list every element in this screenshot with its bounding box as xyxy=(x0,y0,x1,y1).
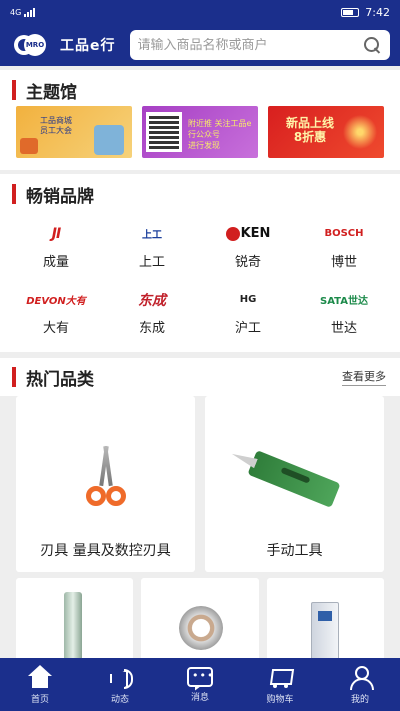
brand-logo: 上工 xyxy=(142,230,162,241)
section-accent-bar xyxy=(12,184,16,204)
clock: 7:42 xyxy=(365,5,390,19)
logo-text: 工品e行 xyxy=(60,38,116,54)
bottom-nav: 首页 动态 消息 购物车 我的 xyxy=(0,658,400,711)
brand-section: 畅销品牌 JI 成量 上工 上工 KEN 锐奇 BOSCH 博世 DEVON大有… xyxy=(0,174,400,352)
brand-grid: JI 成量 上工 上工 KEN 锐奇 BOSCH 博世 DEVON大有 大有 东… xyxy=(0,214,400,346)
category-card-cutting-tools[interactable]: 刃具 量具及数控刃具 xyxy=(16,396,195,572)
brand-logo: SATA世达 xyxy=(320,296,368,307)
brand-logo: KEN xyxy=(225,225,270,243)
search-input[interactable] xyxy=(137,37,362,53)
banner-3-text: 新品上线 8折惠 xyxy=(286,116,335,144)
brand-logo: DEVON大有 xyxy=(26,296,86,307)
nav-label: 首页 xyxy=(30,694,49,705)
category-label: 手动工具 xyxy=(266,543,323,559)
brand-item-sata[interactable]: SATA世达 世达 xyxy=(296,280,392,346)
theme-banners: 工品商城 员工大会 附近推 关注工品e行公众号 进行发现 新品上线 8折惠 xyxy=(0,106,400,158)
qr-code-icon xyxy=(146,112,182,152)
banner-2-text: 附近推 关注工品e行公众号 进行发现 xyxy=(188,119,252,150)
nav-label: 我的 xyxy=(350,694,369,705)
nav-item-messages[interactable]: 消息 xyxy=(160,658,240,711)
brand-section-header: 畅销品牌 xyxy=(0,174,400,214)
brand-item-bosch[interactable]: BOSCH 博世 xyxy=(296,214,392,280)
signal-icon xyxy=(24,7,36,17)
cart-icon xyxy=(267,665,293,689)
brand-item-ruiqi[interactable]: KEN 锐奇 xyxy=(200,214,296,280)
section-accent-bar xyxy=(12,367,16,387)
brand-name: 成量 xyxy=(42,254,69,270)
brand-name: 沪工 xyxy=(234,320,261,336)
banner-decoration xyxy=(342,110,378,154)
bearing-image xyxy=(179,606,224,650)
hot-category-header: 热门品类 查看更多 xyxy=(0,358,400,396)
nav-label: 消息 xyxy=(190,692,209,703)
brand-item-dayou[interactable]: DEVON大有 大有 xyxy=(8,280,104,346)
user-icon xyxy=(347,665,374,690)
theme-banner-3[interactable]: 新品上线 8折惠 xyxy=(268,106,384,158)
brand-name: 博世 xyxy=(330,254,357,270)
category-card-pneumatic[interactable] xyxy=(16,578,134,668)
search-icon[interactable] xyxy=(362,35,382,55)
banner-product-image xyxy=(20,138,38,154)
speaker-icon xyxy=(107,665,133,689)
banner-1-text: 工品商城 员工大会 xyxy=(40,116,72,135)
scissors-image xyxy=(86,445,126,516)
theme-section-title: 主题馆 xyxy=(26,82,77,103)
brand-logo: HG xyxy=(239,294,257,305)
battery-icon xyxy=(341,7,360,17)
hot-category-title: 热门品类 xyxy=(26,369,94,390)
cylinder-image xyxy=(64,592,82,662)
nav-item-cart[interactable]: 购物车 xyxy=(240,658,320,711)
app-header: MRO 工品e行 xyxy=(0,24,400,66)
nav-item-home[interactable]: 首页 xyxy=(0,658,80,711)
category-label: 刃具 量具及数控刃具 xyxy=(40,543,171,559)
nav-item-feed[interactable]: 动态 xyxy=(80,658,160,711)
utility-knife-image xyxy=(247,450,341,508)
category-row xyxy=(0,578,400,668)
logo-mark-icon: MRO xyxy=(14,34,48,56)
brand-item-dongcheng[interactable]: 东成 东成 xyxy=(104,280,200,346)
theme-section: 主题馆 工品商城 员工大会 附近推 关注工品e行公众号 进行发现 新品上线 8折… xyxy=(0,70,400,170)
inverter-image xyxy=(310,602,339,662)
category-card-electrical[interactable] xyxy=(266,578,384,668)
theme-banner-1[interactable]: 工品商城 员工大会 xyxy=(16,106,132,158)
banner-product-image xyxy=(94,125,124,155)
brand-item-hugong[interactable]: HG 沪工 xyxy=(200,280,296,346)
brand-name: 大有 xyxy=(42,320,69,336)
brand-section-title: 畅销品牌 xyxy=(26,186,94,207)
category-row: 刃具 量具及数控刃具 手动工具 xyxy=(0,396,400,572)
category-card-hand-tools[interactable]: 手动工具 xyxy=(205,396,384,572)
brand-logo: BOSCH xyxy=(324,228,364,239)
network-type: 4G xyxy=(10,7,22,17)
home-icon xyxy=(27,664,53,689)
brand-logo: JI xyxy=(51,225,61,242)
nav-label: 动态 xyxy=(110,694,129,705)
app-logo[interactable]: MRO 工品e行 xyxy=(14,34,116,56)
status-bar: 4G 7:42 xyxy=(0,0,400,24)
brand-logo: 东成 xyxy=(138,292,166,309)
theme-banner-2[interactable]: 附近推 关注工品e行公众号 进行发现 xyxy=(142,106,258,158)
brand-name: 世达 xyxy=(330,320,357,336)
nav-label: 购物车 xyxy=(266,694,294,705)
view-more-link[interactable]: 查看更多 xyxy=(342,368,386,386)
signal-indicator: 4G xyxy=(10,7,36,17)
brand-name: 锐奇 xyxy=(234,254,261,270)
hot-category-section: 热门品类 查看更多 刃具 量具及数控刃具 手动工具 xyxy=(0,358,400,668)
brand-item-shanggong[interactable]: 上工 上工 xyxy=(104,214,200,280)
category-card-bearings[interactable] xyxy=(141,578,259,668)
message-icon xyxy=(187,666,214,687)
brand-name: 东成 xyxy=(138,320,165,336)
nav-item-profile[interactable]: 我的 xyxy=(320,658,400,711)
brand-name: 上工 xyxy=(138,254,165,270)
theme-section-header: 主题馆 xyxy=(0,70,400,110)
brand-item-chengliang[interactable]: JI 成量 xyxy=(8,214,104,280)
section-accent-bar xyxy=(12,80,16,100)
search-box[interactable] xyxy=(129,30,390,60)
